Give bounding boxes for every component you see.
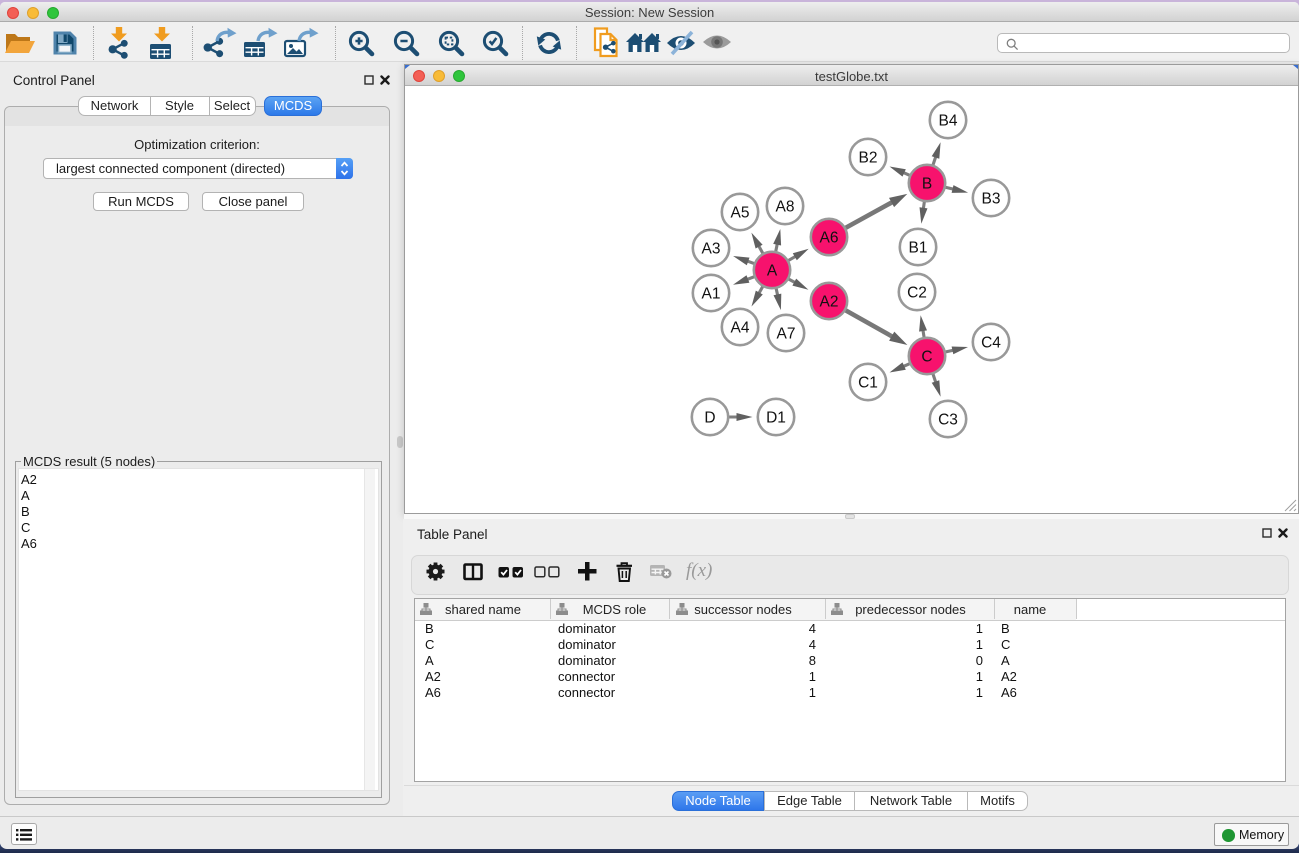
svg-text:B1: B1 bbox=[909, 239, 928, 256]
svg-text:B: B bbox=[922, 175, 932, 192]
svg-text:A8: A8 bbox=[776, 198, 795, 215]
svg-text:B4: B4 bbox=[939, 112, 958, 129]
svg-text:A7: A7 bbox=[777, 325, 796, 342]
svg-text:A3: A3 bbox=[702, 240, 721, 257]
svg-text:C3: C3 bbox=[938, 411, 958, 428]
svg-text:D1: D1 bbox=[766, 409, 786, 426]
svg-text:B3: B3 bbox=[982, 190, 1001, 207]
svg-text:C2: C2 bbox=[907, 284, 927, 301]
svg-text:A5: A5 bbox=[731, 204, 750, 221]
svg-text:C: C bbox=[921, 348, 932, 365]
svg-text:C4: C4 bbox=[981, 334, 1001, 351]
svg-text:A2: A2 bbox=[820, 293, 839, 310]
svg-text:A: A bbox=[767, 262, 778, 279]
svg-text:A4: A4 bbox=[731, 319, 750, 336]
svg-text:C1: C1 bbox=[858, 374, 878, 391]
svg-text:B2: B2 bbox=[859, 149, 878, 166]
svg-text:D: D bbox=[704, 409, 715, 426]
svg-text:A1: A1 bbox=[702, 285, 721, 302]
svg-text:A6: A6 bbox=[820, 229, 839, 246]
